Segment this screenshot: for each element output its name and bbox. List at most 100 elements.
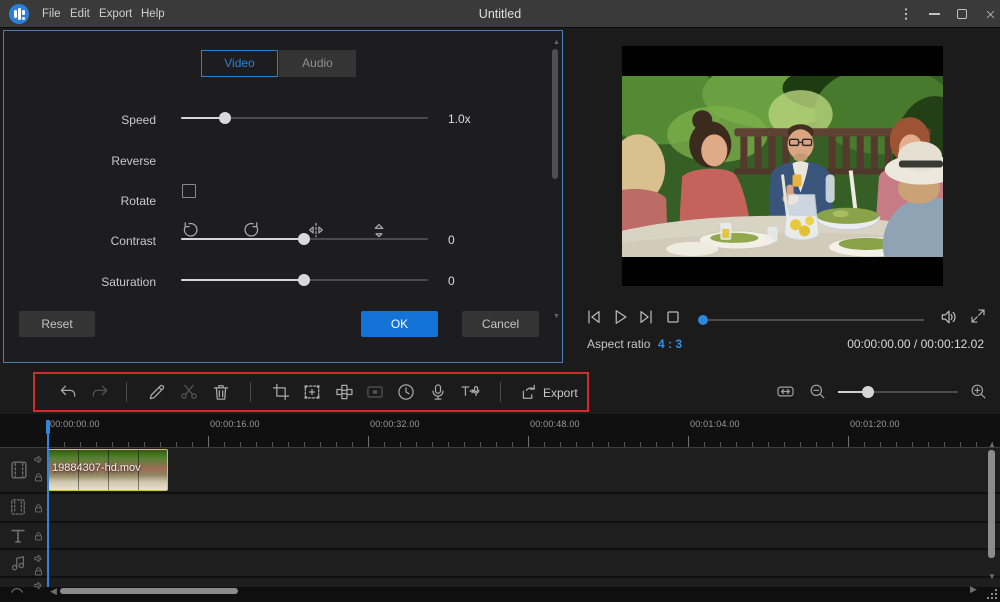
timeline-ruler[interactable]: 00:00:00.00 00:00:16.00 00:00:32.00 00:0… [0, 414, 1000, 448]
zoom-slider-knob[interactable] [862, 386, 874, 398]
text-track-icon [8, 526, 28, 546]
crop-icon[interactable] [271, 382, 291, 402]
track-audio-icon[interactable] [33, 553, 44, 564]
voiceover-mic-icon[interactable] [428, 382, 448, 402]
saturation-label: Saturation [36, 275, 156, 289]
freeze-frame-icon[interactable] [365, 382, 385, 402]
window-title: Untitled [0, 0, 1000, 28]
fit-timeline-icon[interactable] [776, 382, 795, 401]
resize-grip-icon[interactable] [986, 589, 998, 601]
undo-icon[interactable] [58, 382, 78, 402]
hscroll-right-arrow-icon[interactable]: ▶ [970, 584, 977, 595]
saturation-slider[interactable] [181, 274, 428, 286]
reverse-label: Reverse [36, 154, 156, 168]
ruler-label: 00:00:00.00 [50, 419, 100, 429]
cut-scissors-icon[interactable] [179, 382, 199, 402]
track-lock-icon[interactable] [33, 566, 44, 577]
toolbar-divider [250, 382, 251, 402]
export-icon[interactable] [518, 382, 538, 402]
seek-knob[interactable] [698, 315, 708, 325]
duration-clock-icon[interactable] [396, 382, 416, 402]
preview-video-scene [622, 76, 943, 257]
toolbar-divider [126, 382, 127, 402]
aspect-ratio-label: Aspect ratio [587, 337, 650, 351]
contrast-slider[interactable] [181, 233, 428, 245]
timecode-display: 00:00:00.00 / 00:00:12.02 [847, 337, 984, 351]
timeline-zoom-slider[interactable] [838, 386, 958, 398]
vertical-scrollbar[interactable]: ▲ ▼ [987, 440, 997, 590]
maximize-button[interactable] [948, 0, 976, 28]
seek-slider[interactable] [699, 315, 924, 325]
pip-track-icon [8, 497, 28, 517]
track-lock-icon[interactable] [33, 472, 44, 483]
clip-settings-panel: Video Audio Speed 1.0x Reverse Rotate Co… [3, 30, 563, 363]
saturation-value: 0 [448, 274, 455, 288]
title-bar: File Edit Export Help Untitled [0, 0, 1000, 28]
edit-pencil-icon[interactable] [147, 382, 167, 402]
video-preview-frame [622, 46, 943, 286]
panel-scrollbar-thumb[interactable] [552, 49, 558, 179]
previous-frame-icon[interactable] [584, 307, 604, 327]
hscroll-left-arrow-icon[interactable]: ◀ [50, 586, 57, 597]
tab-video[interactable]: Video [201, 50, 278, 77]
minimize-button[interactable] [920, 0, 948, 28]
timeline-clip[interactable]: 19884307-hd.mov [48, 449, 168, 491]
mosaic-icon[interactable] [334, 382, 354, 402]
text-to-speech-icon[interactable] [458, 382, 482, 402]
speed-value: 1.0x [448, 112, 471, 126]
track-audio-icon[interactable] [33, 454, 44, 465]
aspect-ratio-value[interactable]: 4 : 3 [658, 337, 682, 351]
ok-button[interactable]: OK [361, 311, 438, 337]
track-lock-icon[interactable] [33, 531, 44, 542]
ruler-major-ticks [48, 436, 1000, 447]
playhead-line [47, 434, 49, 587]
overlay-track-lane [0, 494, 1000, 521]
volume-icon[interactable] [939, 307, 959, 327]
ruler-label: 00:00:16.00 [210, 419, 260, 429]
text-track-lane [0, 523, 1000, 548]
music-track-icon [8, 553, 28, 573]
vertical-scrollbar-thumb[interactable] [988, 450, 995, 558]
contrast-value: 0 [448, 233, 455, 247]
zoom-out-icon[interactable] [808, 382, 827, 401]
ruler-label: 00:00:48.00 [530, 419, 580, 429]
effect-track-lane [0, 578, 1000, 587]
redo-icon[interactable] [90, 382, 110, 402]
track-lock-icon[interactable] [33, 503, 44, 514]
app-window: File Edit Export Help Untitled Video Aud… [0, 0, 1000, 602]
close-button[interactable] [976, 0, 1000, 28]
effect-track-icon [8, 581, 26, 599]
ruler-label: 00:01:20.00 [850, 419, 900, 429]
toolbar-divider [500, 382, 501, 402]
next-frame-icon[interactable] [636, 307, 656, 327]
zoom-in-icon[interactable] [969, 382, 988, 401]
vscroll-down-arrow-icon[interactable]: ▼ [988, 572, 996, 581]
music-track-lane [0, 550, 1000, 576]
ruler-label: 00:01:04.00 [690, 419, 740, 429]
more-options-kebab-icon[interactable] [892, 0, 920, 28]
export-button-label[interactable]: Export [543, 386, 578, 400]
speed-label: Speed [36, 113, 156, 127]
reverse-checkbox[interactable] [182, 184, 196, 198]
ruler-label: 00:00:32.00 [370, 419, 420, 429]
zoom-region-icon[interactable] [302, 382, 322, 402]
clip-name-label: 19884307-hd.mov [52, 462, 141, 474]
delete-trash-icon[interactable] [211, 382, 231, 402]
rotate-label: Rotate [36, 194, 156, 208]
playhead-handle[interactable] [46, 420, 50, 434]
play-icon[interactable] [610, 307, 630, 327]
video-track-icon [8, 459, 30, 481]
vscroll-up-arrow-icon[interactable]: ▲ [988, 440, 996, 449]
track-audio-icon[interactable] [33, 580, 44, 591]
tab-audio[interactable]: Audio [279, 50, 356, 77]
reset-button[interactable]: Reset [19, 311, 95, 337]
panel-scrollbar[interactable]: ▲ ▼ [552, 39, 559, 339]
fullscreen-icon[interactable] [969, 307, 987, 325]
stop-icon[interactable] [663, 307, 683, 327]
horizontal-scrollbar-thumb[interactable] [60, 588, 238, 594]
panel-scroll-up-icon[interactable]: ▲ [553, 39, 560, 46]
cancel-button[interactable]: Cancel [462, 311, 539, 337]
panel-scroll-down-icon[interactable]: ▼ [553, 313, 560, 320]
speed-slider[interactable] [181, 112, 428, 124]
contrast-label: Contrast [36, 234, 156, 248]
